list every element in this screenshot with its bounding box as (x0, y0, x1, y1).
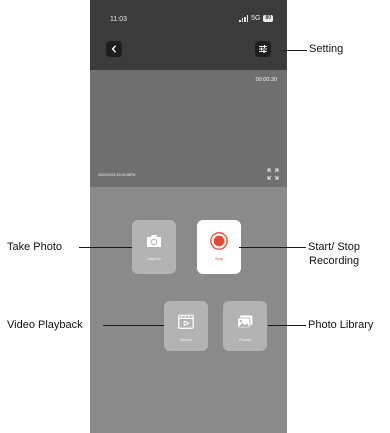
date-stamp: 05/20/2025 10:03:08PM (98, 173, 136, 177)
take-photo-callout: Take Photo (7, 241, 63, 253)
battery-icon: 80 (263, 15, 273, 22)
setting-callout: Setting (309, 43, 344, 55)
take-photo-leader-line (79, 247, 132, 248)
photo-library-callout: Photo Library (308, 319, 374, 331)
record-icon (210, 232, 228, 250)
sliders-icon (259, 45, 267, 53)
start-stop-callout-line2: Recording (309, 255, 360, 267)
video-playback-callout: Video Playback (7, 319, 83, 331)
stop-label: Stop (214, 256, 224, 261)
photo-library-leader-line (268, 325, 306, 326)
camera-icon (145, 232, 163, 250)
top-bar: 11:03 5G 80 (90, 0, 287, 70)
status-indicators: 5G 80 (239, 15, 273, 22)
status-time: 11:03 (110, 16, 127, 23)
photos-label: Photos (238, 337, 252, 342)
camera-preview: 00:00:30 05/20/2025 10:03:08PM (90, 70, 287, 187)
video-playback-leader-line (103, 325, 164, 326)
back-button[interactable] (106, 41, 122, 57)
photos-button[interactable]: Photos (223, 301, 267, 351)
capture-button[interactable]: Capture (132, 220, 176, 274)
signal-icon (239, 15, 249, 22)
capture-label: Capture (146, 256, 162, 261)
start-stop-leader-line (239, 247, 306, 248)
videos-label: Videos (179, 337, 193, 342)
stop-button[interactable]: Stop (197, 220, 241, 274)
start-stop-callout-line1: Start/ Stop (308, 241, 360, 253)
recording-timer: 00:00:30 (255, 77, 277, 83)
phone-screen: 11:03 5G 80 00:00:30 05/20/2025 10:03:08… (90, 0, 287, 433)
fullscreen-icon[interactable] (267, 168, 279, 180)
setting-button[interactable] (255, 41, 271, 57)
setting-leader-line (283, 50, 307, 51)
videos-button[interactable]: Videos (164, 301, 208, 351)
network-label: 5G (251, 15, 261, 22)
chevron-left-icon (111, 45, 116, 53)
gallery-icon (236, 313, 254, 331)
clapperboard-icon (177, 313, 195, 331)
